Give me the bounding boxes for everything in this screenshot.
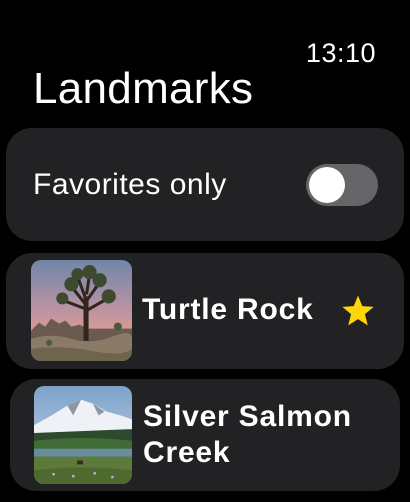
status-time: 13:10	[305, 38, 376, 68]
landmark-name: Turtle Rock	[142, 293, 314, 326]
landmark-name: Silver Salmon Creek	[143, 400, 352, 469]
favorites-filter-row: Favorites only	[6, 128, 404, 241]
landmark-row-turtle-rock[interactable]: Turtle Rock	[6, 253, 404, 369]
turtle-rock-photo	[31, 260, 132, 361]
favorites-filter-label: Favorites only	[33, 168, 227, 201]
star-icon	[342, 295, 374, 326]
page-title: Landmarks	[33, 64, 254, 113]
toggle-knob	[309, 167, 345, 203]
favorites-toggle[interactable]	[306, 164, 378, 206]
silver-salmon-creek-photo	[34, 386, 132, 484]
landmark-row-silver-salmon-creek[interactable]: Silver Salmon Creek	[10, 379, 400, 491]
